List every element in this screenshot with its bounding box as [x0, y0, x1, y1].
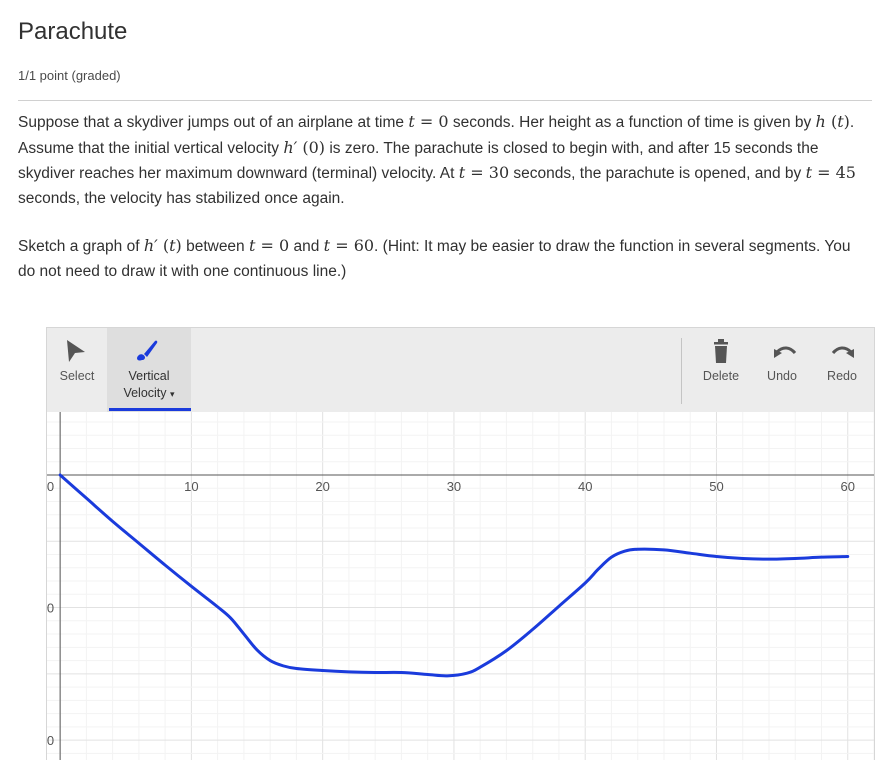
math-expression: h′: [143, 236, 158, 255]
select-tool-button[interactable]: Select: [47, 328, 107, 412]
problem-text: seconds, the velocity has stabilized onc…: [18, 189, 345, 207]
redo-button[interactable]: Redo: [817, 328, 867, 412]
problem-text: seconds. Her height as a function of tim…: [448, 114, 816, 131]
x-tick-label: 50: [709, 479, 723, 494]
x-tick-label: 60: [841, 479, 855, 494]
x-tick-label: 40: [578, 479, 592, 494]
graph-drawing-tool: Select Vertical Velocity ▾ Delete Undo R…: [46, 327, 875, 760]
math-expression: (0): [297, 137, 326, 157]
redo-arrow-icon: [831, 346, 854, 358]
draw-tool-label-line1: Vertical: [128, 369, 170, 383]
draw-tool-label-line2: Velocity: [123, 386, 167, 400]
x-tick-label: 30: [447, 479, 461, 494]
problem-text: and: [289, 238, 324, 255]
y-tick-label: -40: [47, 733, 54, 748]
cursor-arrow-icon: [67, 340, 85, 362]
undo-label: Undo: [767, 369, 797, 383]
problem-text: Sketch a graph of: [18, 238, 144, 255]
math-expression: h: [815, 112, 826, 131]
points-label: 1/1 point (graded): [18, 68, 121, 83]
x-tick-label: 20: [315, 479, 329, 494]
math-expression: = 30: [465, 163, 510, 182]
paintbrush-icon: [137, 340, 158, 361]
x-tick-label: 10: [184, 479, 198, 494]
redo-label: Redo: [827, 369, 857, 383]
trash-icon: [714, 339, 728, 363]
active-tool-indicator: [109, 408, 191, 411]
select-tool-label: Select: [59, 369, 95, 383]
math-expression: = 0: [414, 112, 449, 131]
toolbar-separator: [681, 338, 682, 404]
math-expression: h′: [283, 137, 298, 157]
math-expression: = 45: [812, 163, 856, 182]
dropdown-caret-icon[interactable]: ▾: [170, 389, 175, 399]
divider: [18, 100, 872, 101]
problem-text: between: [181, 238, 249, 255]
delete-button[interactable]: Delete: [693, 328, 749, 412]
velocity-graph-canvas[interactable]: 10 20 30 40 50 60 0 -20 -40: [47, 412, 874, 760]
draw-vertical-velocity-button[interactable]: Vertical Velocity ▾: [107, 328, 191, 412]
problem-title: Parachute: [18, 18, 128, 45]
math-expression: = 60: [330, 236, 375, 255]
y-tick-label: 0: [47, 479, 54, 494]
problem-text: seconds, the parachute is opened, and by: [509, 165, 806, 182]
math-expression: (: [157, 236, 170, 255]
problem-text: Suppose that a skydiver jumps out of an …: [18, 114, 409, 131]
math-expression: = 0: [255, 236, 290, 255]
delete-label: Delete: [702, 369, 740, 383]
drawing-toolbar: Select Vertical Velocity ▾ Delete Undo R…: [47, 328, 874, 412]
undo-button[interactable]: Undo: [755, 328, 809, 412]
problem-paragraph-1: Suppose that a skydiver jumps out of an …: [18, 110, 863, 211]
math-expression: (: [825, 112, 838, 131]
y-tick-label: -20: [47, 601, 54, 616]
undo-arrow-icon: [774, 346, 797, 358]
problem-paragraph-2: Sketch a graph of h′ (t) between t = 0 a…: [18, 234, 863, 284]
